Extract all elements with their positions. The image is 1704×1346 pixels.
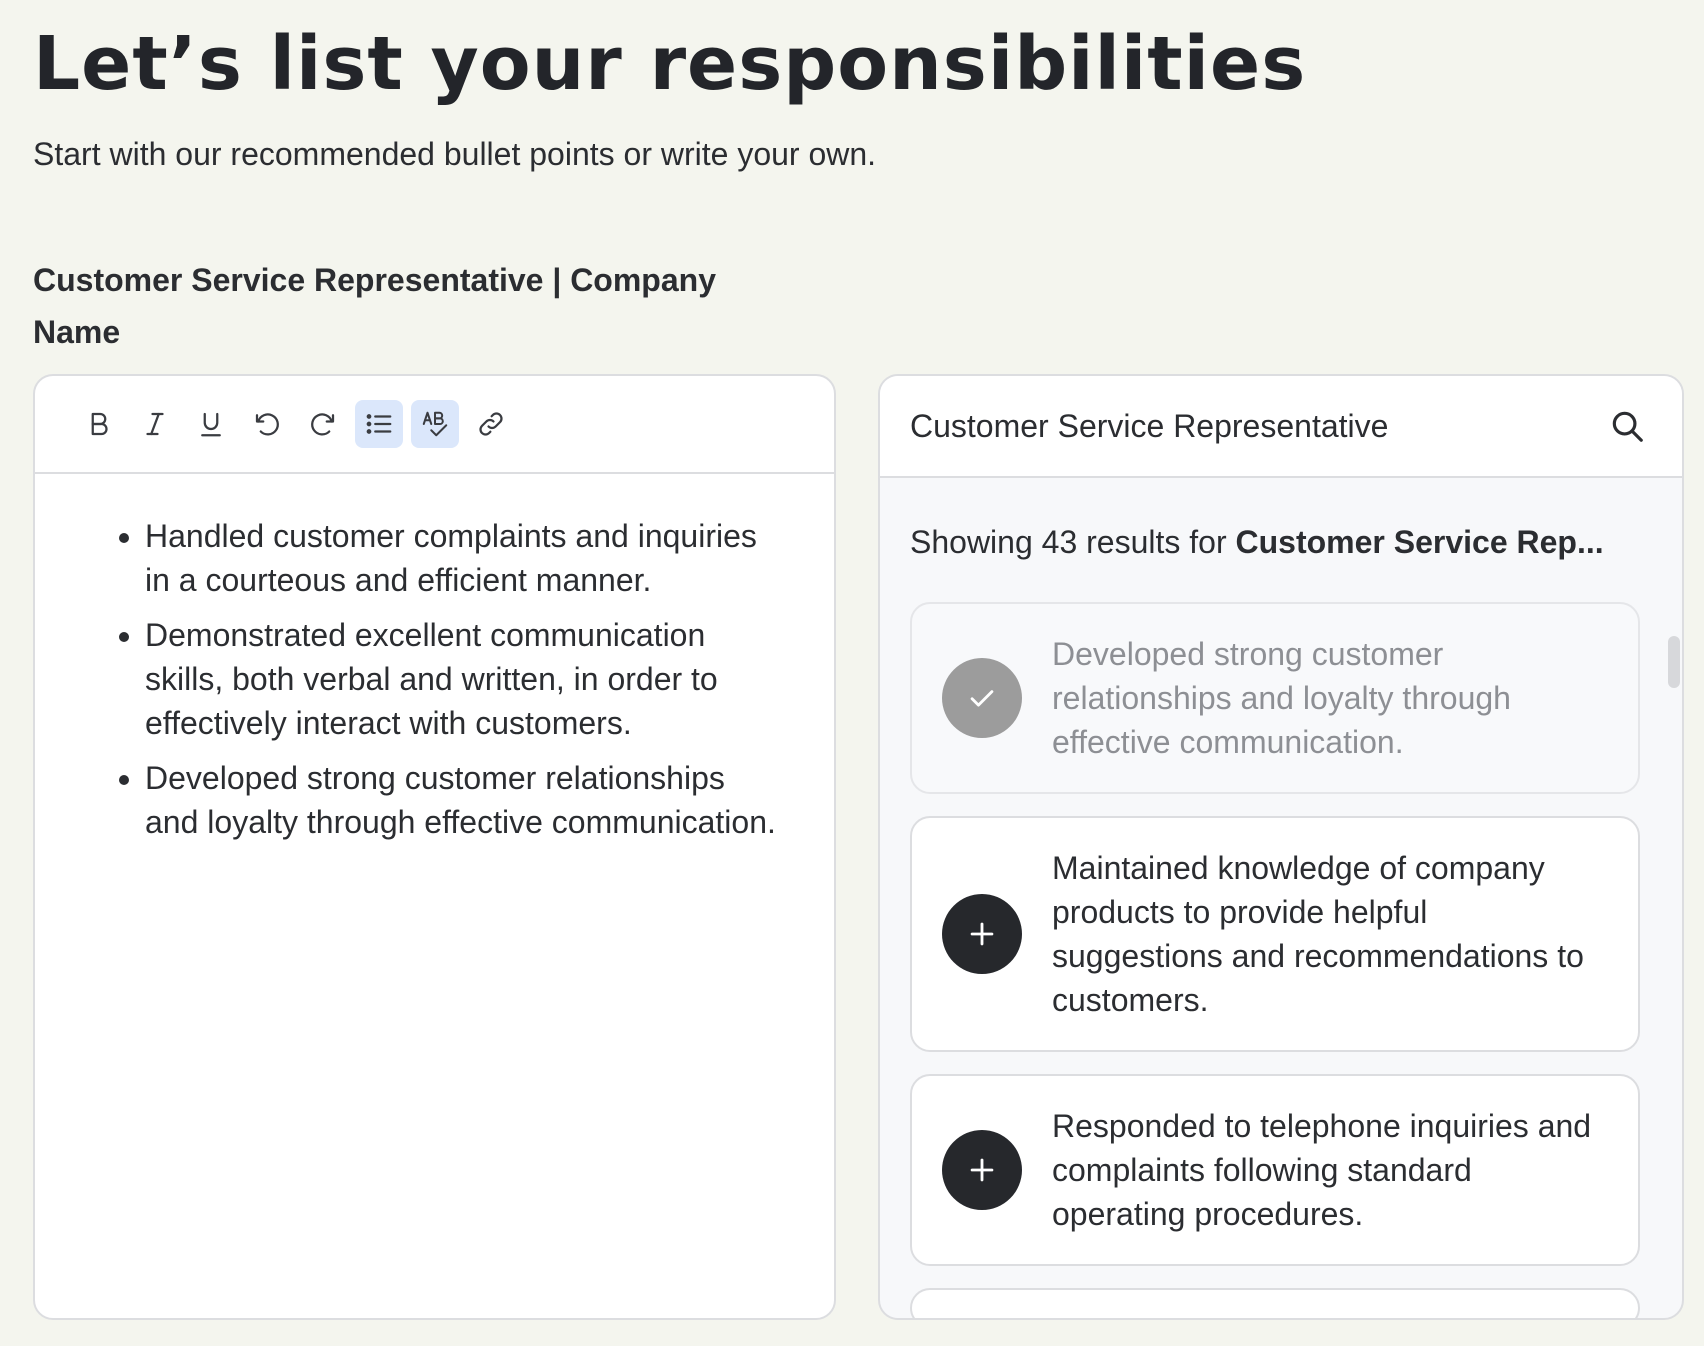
suggestions-panel: Customer Service Representative Showing … bbox=[878, 374, 1684, 1320]
bold-button[interactable] bbox=[75, 400, 123, 448]
italic-button[interactable] bbox=[131, 400, 179, 448]
bold-icon bbox=[91, 412, 108, 436]
suggestion-card[interactable] bbox=[910, 1288, 1640, 1318]
suggestion-list: Developed strong customer relationships … bbox=[910, 602, 1640, 1318]
spellcheck-button[interactable] bbox=[411, 400, 459, 448]
page-title: Let’s list your responsibilities bbox=[33, 21, 1307, 107]
search-input[interactable]: Customer Service Representative bbox=[910, 408, 1388, 445]
bullet-item[interactable]: Demonstrated excellent communication ski… bbox=[145, 613, 784, 745]
underline-button[interactable] bbox=[187, 400, 235, 448]
scrollbar-thumb[interactable] bbox=[1668, 636, 1680, 688]
editor-text-area[interactable]: Handled customer complaints and inquirie… bbox=[35, 474, 834, 844]
redo-button[interactable] bbox=[299, 400, 347, 448]
undo-icon bbox=[255, 413, 279, 436]
plus-icon bbox=[970, 922, 994, 946]
suggestion-card[interactable]: Developed strong customer relationships … bbox=[910, 602, 1640, 794]
responsibilities-editor: Handled customer complaints and inquirie… bbox=[33, 374, 836, 1320]
underline-icon bbox=[201, 412, 221, 437]
bullet-item[interactable]: Handled customer complaints and inquirie… bbox=[145, 514, 784, 602]
bullet-list-icon bbox=[366, 414, 392, 434]
bullet-list-button[interactable] bbox=[355, 400, 403, 448]
link-icon bbox=[479, 412, 503, 436]
add-button[interactable] bbox=[942, 894, 1022, 974]
plus-icon bbox=[970, 1158, 994, 1182]
redo-icon bbox=[311, 413, 335, 436]
link-button[interactable] bbox=[467, 400, 515, 448]
suggestion-card[interactable]: Responded to telephone inquiries and com… bbox=[910, 1074, 1640, 1266]
suggestion-text: Developed strong customer relationships … bbox=[1052, 636, 1511, 760]
check-icon bbox=[970, 690, 994, 707]
results-count: Showing 43 results for Customer Service … bbox=[910, 524, 1604, 561]
suggestion-text: Responded to telephone inquiries and com… bbox=[1052, 1108, 1592, 1232]
undo-button[interactable] bbox=[243, 400, 291, 448]
bullet-item[interactable]: Developed strong customer relationships … bbox=[145, 756, 784, 844]
search-icon[interactable] bbox=[1608, 407, 1646, 445]
job-title: Customer Service Representative | Compan… bbox=[33, 262, 716, 350]
bullet-list: Handled customer complaints and inquirie… bbox=[113, 514, 784, 844]
add-button[interactable] bbox=[942, 1130, 1022, 1210]
spellcheck-icon bbox=[422, 411, 448, 437]
editor-toolbar bbox=[35, 376, 834, 474]
results-prefix: Showing 43 results for bbox=[910, 524, 1236, 560]
search-bar[interactable]: Customer Service Representative bbox=[880, 376, 1682, 478]
italic-icon bbox=[146, 412, 164, 436]
suggestion-text: Maintained knowledge of company products… bbox=[1052, 850, 1584, 1018]
page: Let’s list your responsibilities Start w… bbox=[0, 0, 1704, 1346]
suggestion-card[interactable]: Maintained knowledge of company products… bbox=[910, 816, 1640, 1052]
results-query: Customer Service Rep... bbox=[1235, 524, 1604, 560]
page-subtitle: Start with our recommended bullet points… bbox=[33, 136, 877, 172]
added-button[interactable] bbox=[942, 658, 1022, 738]
